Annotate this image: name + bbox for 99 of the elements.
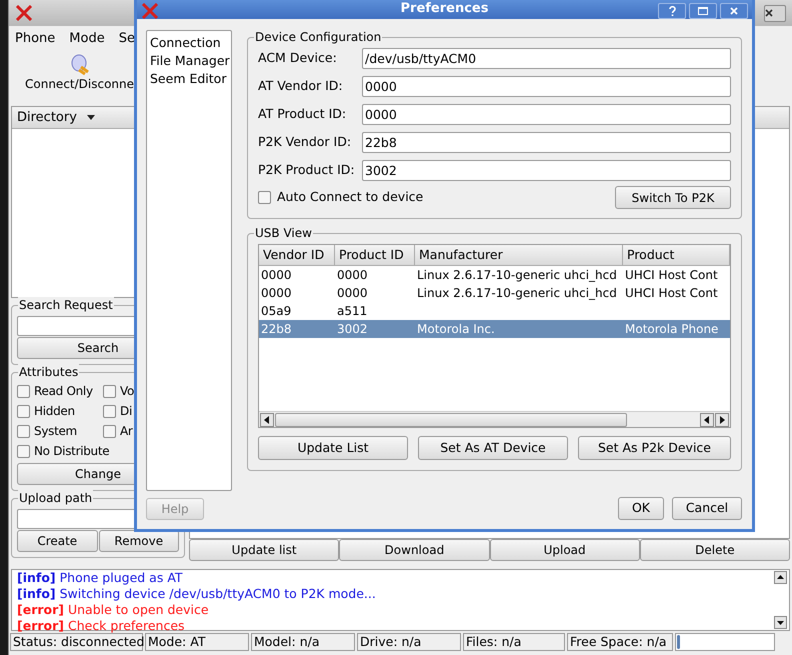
file-action-button[interactable]: Update list xyxy=(189,539,340,561)
table-cell: Motorola Inc. xyxy=(417,322,495,336)
text-field[interactable]: /dev/usb/ttyACM0 xyxy=(362,48,731,69)
maximize-button[interactable] xyxy=(689,2,717,18)
nav-item[interactable]: File Manager xyxy=(150,52,228,70)
scroll-down-icon xyxy=(774,616,787,629)
group-title: Search Request xyxy=(18,297,114,313)
x-logo-icon xyxy=(15,5,33,21)
menu-item[interactable]: Phone xyxy=(15,29,56,49)
checkbox[interactable] xyxy=(17,385,30,398)
field-label: P2K Vendor ID: xyxy=(258,133,352,152)
file-action-button[interactable]: Upload xyxy=(490,539,640,561)
field-label: AT Product ID: xyxy=(258,105,348,124)
table-cell: Linux 2.6.17-10-generic uhci_hcd xyxy=(417,268,617,282)
action-button[interactable]: Create xyxy=(17,530,98,552)
table-row[interactable]: 05a9 a511 xyxy=(259,302,730,320)
usb-action-button[interactable]: Update List xyxy=(258,436,408,460)
checkbox[interactable] xyxy=(17,405,30,418)
table-row[interactable]: 0000 0000 Linux 2.6.17-10-generic uhci_hcd UHCI Host Cont xyxy=(259,284,730,302)
checkbox[interactable] xyxy=(103,385,116,398)
x-logo-icon xyxy=(141,2,159,18)
table-cell: Motorola Phone xyxy=(625,322,718,336)
checkbox-label: No Distribute xyxy=(34,444,110,459)
checkbox[interactable] xyxy=(103,425,116,438)
file-action-button[interactable]: Download xyxy=(339,539,490,561)
close-icon xyxy=(765,9,773,17)
status-field: Free Space: n/a xyxy=(567,633,673,651)
table-cell: 0000 xyxy=(261,268,292,282)
table-cell: 22b8 xyxy=(261,322,292,336)
column-header[interactable]: Manufacturer xyxy=(415,245,623,265)
horizontal-scrollbar[interactable] xyxy=(259,411,730,427)
table-cell: 0000 xyxy=(337,286,368,300)
status-field: Drive: n/a xyxy=(357,633,461,651)
table-cell: 05a9 xyxy=(261,304,292,318)
scroll-left-icon xyxy=(260,412,274,426)
group-title: Device Configuration xyxy=(254,29,382,45)
help-title-button[interactable] xyxy=(658,2,686,18)
close-button[interactable] xyxy=(764,4,786,22)
question-icon xyxy=(668,6,676,16)
checkbox-label: Di xyxy=(120,404,132,419)
sort-arrow-icon xyxy=(86,115,95,120)
close-icon xyxy=(730,6,738,14)
column-header[interactable]: Vendor ID xyxy=(259,245,335,265)
table-cell: 0000 xyxy=(337,268,368,282)
log-line: [error] Unable to open device xyxy=(17,602,210,618)
field-label: AT Vendor ID: xyxy=(258,77,344,96)
checkbox-label: Auto Connect to device xyxy=(277,188,424,206)
log-line: [info] Switching device /dev/usb/ttyACM0 to P2K mode... xyxy=(17,586,377,602)
table-cell: Linux 2.6.17-10-generic uhci_hcd xyxy=(417,286,617,300)
window-title: Preferences xyxy=(400,1,488,17)
switch-button[interactable]: Switch To P2K xyxy=(615,186,731,209)
ok-button[interactable]: OK xyxy=(618,497,664,520)
field-label: ACM Device: xyxy=(258,49,338,68)
table-cell: 0000 xyxy=(261,286,292,300)
text-field[interactable]: 22b8 xyxy=(362,132,731,153)
scroll-up-icon xyxy=(774,571,787,584)
checkbox-label: Hidden xyxy=(34,404,75,419)
table-cell: UHCI Host Cont xyxy=(625,268,718,282)
table-cell: 3002 xyxy=(337,322,368,336)
checkbox[interactable] xyxy=(258,191,271,204)
menu-item[interactable]: Se xyxy=(118,29,135,49)
nav-item[interactable]: Seem Editor xyxy=(150,70,228,88)
log-line: [info] Phone pluged as AT xyxy=(17,570,184,586)
close-button[interactable] xyxy=(720,2,748,18)
log-line: [error] Check preferences xyxy=(17,618,186,634)
field-label: P2K Product ID: xyxy=(258,161,356,180)
scrollbar[interactable] xyxy=(773,570,789,630)
status-field: Files: n/a xyxy=(463,633,565,651)
table-row[interactable]: 0000 0000 Linux 2.6.17-10-generic uhci_hcd UHCI Host Cont xyxy=(259,266,730,284)
usb-action-button[interactable]: Set As AT Device xyxy=(418,436,568,460)
action-button[interactable]: Remove xyxy=(98,530,179,552)
checkbox[interactable] xyxy=(17,445,30,458)
status-field: Mode: AT xyxy=(145,633,249,651)
table-cell: a511 xyxy=(337,304,368,318)
group-title: Upload path xyxy=(18,490,94,506)
checkbox-label: System xyxy=(34,424,77,439)
column-header[interactable]: Product ID xyxy=(335,245,415,265)
usb-action-button[interactable]: Set As P2k Device xyxy=(578,436,731,460)
scroll-right-icon xyxy=(715,412,729,426)
checkbox[interactable] xyxy=(17,425,30,438)
checkbox-label: Read Only xyxy=(34,384,93,399)
cancel-button[interactable]: Cancel xyxy=(672,497,742,520)
table-cell: UHCI Host Cont xyxy=(625,286,718,300)
scroll-left-icon xyxy=(700,412,714,426)
nav-item[interactable]: Connection xyxy=(150,34,228,52)
checkbox-label: Ar xyxy=(120,424,133,439)
column-header[interactable]: Product xyxy=(623,245,730,265)
scroll-thumb[interactable] xyxy=(275,412,627,426)
checkbox-label: Vo xyxy=(120,384,134,399)
file-action-button[interactable]: Delete xyxy=(640,539,790,561)
checkbox[interactable] xyxy=(103,405,116,418)
maximize-icon xyxy=(698,6,708,14)
text-field[interactable]: 0000 xyxy=(362,76,731,97)
status-field: Status: disconnected xyxy=(10,633,143,651)
text-field[interactable]: 0000 xyxy=(362,104,731,125)
menu-item[interactable]: Mode xyxy=(69,29,105,49)
text-field[interactable]: 3002 xyxy=(362,160,731,181)
status-field: Model: n/a xyxy=(251,633,355,651)
connect-button[interactable]: Connect/Disconne xyxy=(25,52,134,92)
